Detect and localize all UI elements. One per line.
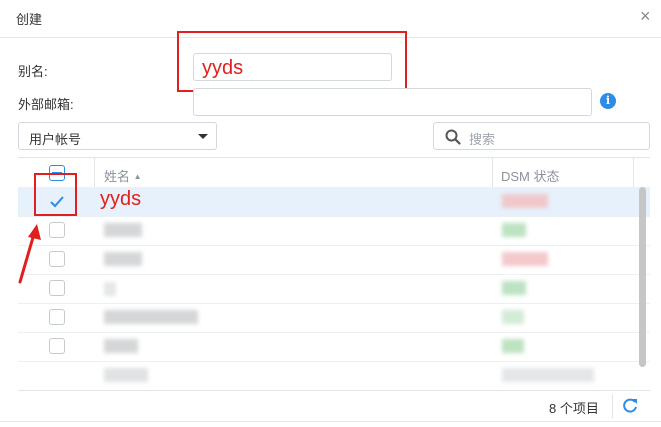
user-table: 姓名 ▲ DSM 状态 yyds [18,157,650,391]
row-status-redacted [502,281,526,295]
row-status-redacted [502,339,524,353]
column-divider [492,158,493,187]
row-checkbox[interactable] [49,251,65,267]
table-row[interactable] [18,245,650,275]
table-row[interactable] [18,216,650,246]
column-name-label: 姓名 [104,169,131,184]
row-checkbox[interactable] [49,222,65,238]
row-checkbox[interactable] [49,309,65,325]
row-name-redacted [104,252,142,266]
checkbox-annotation-box [34,173,77,216]
footer-bottom-divider [0,421,661,422]
account-type-value: 用户帐号 [29,132,82,147]
row-checkbox[interactable] [49,280,65,296]
account-type-select[interactable]: 用户帐号 [18,122,217,150]
close-icon[interactable]: × [640,6,651,26]
footer-divider [612,394,613,418]
row-checkbox[interactable] [49,338,65,354]
refresh-icon[interactable] [620,396,640,416]
table-row[interactable]: yyds [18,187,650,217]
row-status-redacted [502,368,594,382]
info-icon[interactable]: i [600,93,616,109]
table-scrollbar[interactable] [639,187,646,367]
search-placeholder: 搜索 [469,132,496,147]
row-status-redacted [502,194,548,208]
dialog-title: 创建 [16,12,43,27]
column-header-name[interactable]: 姓名 ▲ [104,166,142,185]
row-status-redacted [502,223,526,237]
email-input[interactable] [193,88,592,116]
table-row[interactable] [18,303,650,333]
table-row[interactable] [18,361,650,390]
item-count: 8 个项目 [549,401,599,416]
table-row[interactable] [18,332,650,362]
chevron-down-icon [198,134,208,139]
row-name-redacted [104,368,148,382]
row-name-redacted [104,282,116,296]
row-name: yyds [100,188,142,210]
row-name-redacted [104,223,142,237]
column-header-dsm-status[interactable]: DSM 状态 [501,166,560,185]
search-icon [445,129,461,145]
row-status-redacted [502,310,524,324]
row-name-redacted [104,310,198,324]
email-label: 外部邮箱: [18,97,74,112]
column-divider [633,158,634,187]
row-status-redacted [502,252,548,266]
table-header: 姓名 ▲ DSM 状态 [18,158,650,188]
sort-asc-icon: ▲ [133,172,142,181]
alias-label: 别名: [18,64,48,79]
arrow-annotation [18,224,41,284]
search-input[interactable]: 搜索 [433,122,650,150]
alias-annotation-box [177,31,407,92]
row-name-redacted [104,339,138,353]
table-row[interactable] [18,274,650,304]
column-divider [94,158,95,187]
